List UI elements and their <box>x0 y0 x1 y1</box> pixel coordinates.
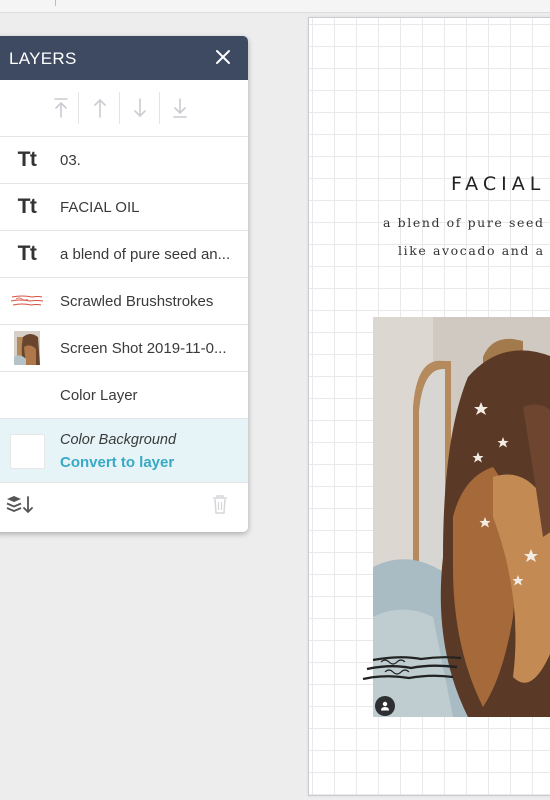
design-canvas[interactable]: FACIAL a blend of pure seed like avocado… <box>308 17 550 796</box>
layers-panel-title: LAYERS <box>9 49 77 68</box>
layer-item-screenshot[interactable]: Screen Shot 2019-11-0... <box>0 325 248 372</box>
layer-item-blend-text[interactable]: Tt a blend of pure seed an... <box>0 231 248 278</box>
toolbar-separator <box>78 92 79 124</box>
layer-item-brushstrokes[interactable]: Scrawled Brushstrokes <box>0 278 248 325</box>
canvas-subtitle-line-2[interactable]: like avocado and a <box>398 243 545 258</box>
layer-item-color-layer[interactable]: Color Layer <box>0 372 248 419</box>
layer-label: Color Background <box>60 432 177 448</box>
toolbar-separator <box>159 92 160 124</box>
background-color-swatch[interactable] <box>10 434 45 469</box>
text-icon: Tt <box>17 242 37 265</box>
layer-item-color-background[interactable]: Color Background Convert to layer <box>0 419 248 483</box>
arrange-toolbar <box>0 80 248 137</box>
convert-to-layer-link[interactable]: Convert to layer <box>60 454 174 471</box>
user-avatar-icon <box>375 696 395 716</box>
layer-label: FACIAL OIL <box>60 198 140 216</box>
text-icon: Tt <box>17 195 37 218</box>
layer-label: a blend of pure seed an... <box>60 245 231 263</box>
canvas-subtitle-line-1[interactable]: a blend of pure seed <box>383 215 545 230</box>
layers-panel-footer <box>0 480 248 532</box>
canvas-title-text[interactable]: FACIAL <box>451 173 545 195</box>
close-icon[interactable] <box>214 48 232 66</box>
bring-to-front-icon[interactable] <box>49 94 73 122</box>
brushstroke-icon <box>9 294 45 308</box>
top-toolbar <box>0 0 550 13</box>
layer-label: Screen Shot 2019-11-0... <box>60 339 227 357</box>
canvas-brushstrokes[interactable] <box>361 652 471 692</box>
layers-panel: LAYERS Tt 03. Tt FACIAL OIL Tt a blend o… <box>0 36 248 532</box>
layers-panel-header: LAYERS <box>0 36 248 80</box>
layer-item-03[interactable]: Tt 03. <box>0 137 248 184</box>
send-to-back-icon[interactable] <box>168 94 192 122</box>
toolbar-divider <box>55 0 56 6</box>
layers-sort-icon[interactable] <box>6 494 34 521</box>
layer-item-facial-oil[interactable]: Tt FACIAL OIL <box>0 184 248 231</box>
image-thumbnail <box>9 331 45 365</box>
text-icon: Tt <box>17 148 37 171</box>
layer-label: Color Layer <box>60 386 138 404</box>
layer-label: 03. <box>60 151 81 169</box>
toolbar-separator <box>119 92 120 124</box>
trash-icon[interactable] <box>212 494 228 519</box>
bring-forward-icon[interactable] <box>88 94 112 122</box>
send-backward-icon[interactable] <box>128 94 152 122</box>
layer-label: Scrawled Brushstrokes <box>60 292 214 310</box>
